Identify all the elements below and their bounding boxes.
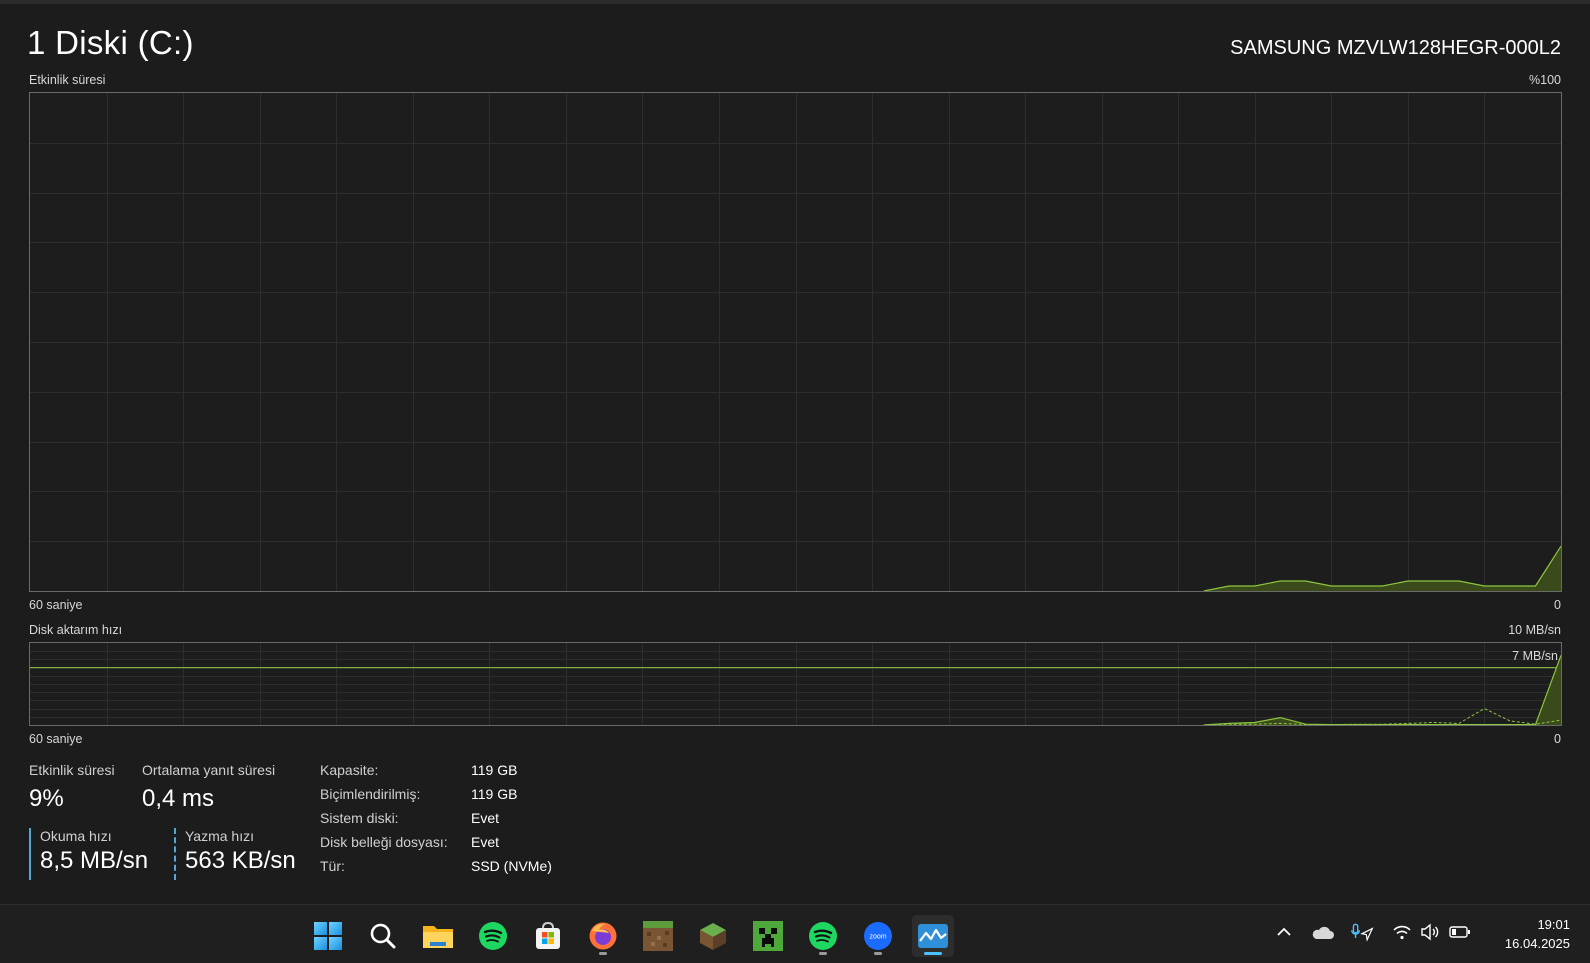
start-icon (314, 922, 342, 950)
transfer-graph-x-right-label: 0 (1554, 732, 1561, 746)
minecraft-creeper-button[interactable] (747, 915, 789, 957)
system-disk-label: Sistem diski: (320, 810, 399, 826)
volume-button[interactable] (1418, 920, 1442, 944)
activity-graph-x-left-label: 60 saniye (29, 598, 83, 612)
wifi-button[interactable] (1390, 920, 1414, 944)
clock-date: 16.04.2025 (1504, 936, 1570, 951)
file-explorer-icon (423, 926, 453, 948)
microsoft-store-button[interactable] (527, 915, 569, 957)
transfer-graph-reference-label: 7 MB/sn (1512, 649, 1558, 663)
activity-graph-max-label: %100 (1529, 73, 1561, 87)
disk-transfer-rate-graph-plot (30, 643, 1561, 725)
system-disk-value: Evet (471, 810, 500, 826)
type-value: SSD (NVMe) (471, 858, 552, 874)
activity-graph-label: Etkinlik süresi (29, 73, 106, 87)
volume-icon (1421, 923, 1439, 941)
running-indicator (874, 952, 882, 955)
write-speed-value: 563 KB/sn (185, 847, 296, 874)
page-title: 1 Diski (C:) (27, 24, 194, 61)
zoom-icon-label: zoom (869, 934, 886, 941)
disk-transfer-rate-graph: 7 MB/sn (29, 642, 1562, 726)
chevron-up-icon (1277, 927, 1291, 936)
firefox-button[interactable] (582, 915, 624, 957)
transfer-graph-max-label: 10 MB/sn (1508, 623, 1561, 637)
firefox-icon (589, 922, 617, 950)
search-icon (370, 923, 396, 949)
avg-response-time-label: Ortalama yanıt süresi (142, 762, 276, 778)
zoom-button[interactable]: zoom (857, 915, 899, 957)
activity-time-value: 9% (29, 785, 64, 812)
capacity-value: 119 GB (471, 762, 518, 778)
task-manager-disk-panel: 1 Diski (C:) SAMSUNG MZVLW128HEGR-000L2 … (0, 0, 1590, 963)
capacity-label: Kapasite: (320, 762, 379, 778)
zoom-icon: zoom (864, 922, 892, 950)
minecraft-launcher-button[interactable] (637, 915, 679, 957)
battery-button[interactable] (1448, 920, 1472, 944)
window-top-border (0, 0, 1590, 4)
onedrive-cloud-icon (1312, 926, 1334, 939)
start-button[interactable] (307, 915, 349, 957)
series-area (1203, 655, 1561, 725)
minecraft-grass-block-icon (700, 923, 726, 950)
activity-time-label: Etkinlik süresi (29, 762, 115, 778)
formatted-value: 119 GB (471, 786, 518, 802)
series-line (1203, 545, 1561, 591)
minecraft-button[interactable] (692, 915, 734, 957)
transfer-graph-label: Disk aktarım hızı (29, 623, 123, 637)
type-label: Tür: (320, 858, 345, 874)
show-hidden-icons-button[interactable] (1272, 920, 1296, 944)
wifi-icon (1393, 925, 1411, 940)
read-speed-value: 8,5 MB/sn (40, 847, 149, 874)
microphone-location-button[interactable] (1350, 920, 1374, 944)
page-file-label: Disk belleği dosyası: (320, 834, 448, 850)
task-manager-icon (918, 924, 948, 948)
search-button[interactable] (362, 915, 404, 957)
activity-time-graph-plot (30, 93, 1561, 591)
spotify-button-2[interactable] (802, 915, 844, 957)
spotify-icon (479, 922, 507, 950)
series-area (1203, 546, 1561, 591)
read-speed-label: Okuma hızı (40, 828, 112, 844)
microsoft-store-icon (536, 921, 560, 949)
read-speed-block: Okuma hızı 8,5 MB/sn (29, 828, 148, 880)
minecraft-creeper-icon (753, 921, 783, 951)
system-clock[interactable]: 19:01 16.04.2025 (1505, 915, 1570, 953)
minecraft-dirt-block-icon (643, 921, 673, 951)
spotify-icon (809, 922, 837, 950)
spotify-button[interactable] (472, 915, 514, 957)
disk-model-name: SAMSUNG MZVLW128HEGR-000L2 (1230, 37, 1561, 59)
clock-time: 19:01 (1537, 917, 1570, 932)
battery-icon (1449, 926, 1470, 938)
activity-graph-x-right-label: 0 (1554, 598, 1561, 612)
active-indicator (924, 952, 942, 955)
formatted-label: Biçimlendirilmiş: (320, 786, 421, 802)
series-line (1203, 655, 1561, 725)
transfer-graph-x-left-label: 60 saniye (29, 732, 83, 746)
running-indicator (819, 952, 827, 955)
write-speed-label: Yazma hızı (185, 828, 254, 844)
microphone-location-icon (1351, 923, 1374, 942)
file-explorer-button[interactable] (417, 915, 459, 957)
page-file-value: Evet (471, 834, 500, 850)
onedrive-button[interactable] (1310, 920, 1334, 944)
task-manager-button[interactable] (912, 915, 954, 957)
activity-time-graph (29, 92, 1562, 592)
avg-response-time-value: 0,4 ms (142, 785, 215, 812)
running-indicator (599, 952, 607, 955)
write-speed-block: Yazma hızı 563 KB/sn (174, 828, 296, 880)
